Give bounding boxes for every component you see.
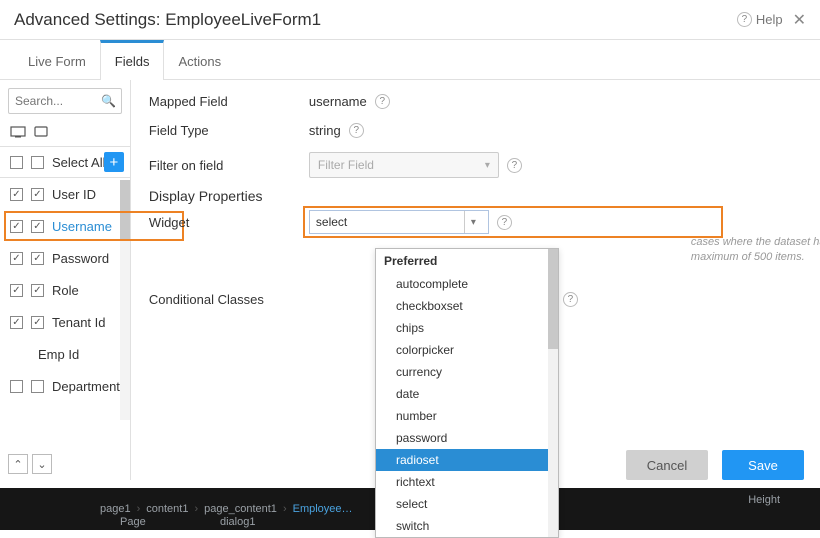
checkbox[interactable] — [10, 284, 23, 297]
checkbox[interactable] — [31, 316, 44, 329]
field-row-department[interactable]: Department — [0, 370, 130, 402]
help-icon: ? — [737, 12, 752, 27]
dropdown-item[interactable]: select — [376, 493, 558, 515]
checkbox[interactable] — [10, 188, 23, 201]
field-label: User ID — [52, 187, 120, 202]
dropdown-item[interactable]: password — [376, 427, 558, 449]
widget-hint: cases where the dataset has fixed data f… — [691, 235, 820, 266]
field-row-password[interactable]: Password — [0, 242, 130, 274]
desktop-icon[interactable] — [10, 126, 26, 138]
dropdown-item[interactable]: chips — [376, 317, 558, 339]
tab-live-form[interactable]: Live Form — [14, 40, 100, 79]
field-row-username[interactable]: Username — [0, 210, 130, 242]
field-list: Select All + User ID Username Password — [0, 146, 130, 448]
field-row-role[interactable]: Role — [0, 274, 130, 306]
dropdown-item[interactable]: autocomplete — [376, 273, 558, 295]
help-icon[interactable]: ? — [507, 158, 522, 173]
crumb[interactable]: Employee… — [293, 503, 353, 515]
dropdown-item[interactable]: switch — [376, 515, 558, 537]
filter-label: Filter on field — [149, 158, 309, 173]
help-icon[interactable]: ? — [497, 215, 512, 230]
fields-sidebar: 🔍 Select All + User ID — [0, 80, 131, 480]
page-label: Page — [120, 516, 146, 528]
tab-actions[interactable]: Actions — [164, 40, 235, 79]
tab-fields[interactable]: Fields — [100, 40, 165, 80]
dropdown-item[interactable]: currency — [376, 361, 558, 383]
field-label: Password — [52, 251, 120, 266]
dropdown-item[interactable]: richtext — [376, 471, 558, 493]
select-all-checkbox-2[interactable] — [31, 156, 44, 169]
conditional-classes-label: Conditional Classes — [149, 292, 309, 307]
help-label: Help — [756, 12, 783, 27]
dropdown-item[interactable]: number — [376, 405, 558, 427]
display-properties-header: Display Properties — [149, 188, 820, 204]
checkbox[interactable] — [31, 220, 44, 233]
scrollbar-thumb[interactable] — [120, 180, 130, 240]
breadcrumb: page1› content1› page_content1› Employee… — [0, 498, 353, 520]
dropdown-item[interactable]: colorpicker — [376, 339, 558, 361]
help-icon[interactable]: ? — [563, 292, 578, 307]
mapped-field-value: username — [309, 94, 367, 109]
add-field-button[interactable]: + — [104, 152, 124, 172]
search-input[interactable] — [8, 88, 122, 114]
checkbox[interactable] — [10, 380, 23, 393]
move-down-button[interactable]: ⌄ — [32, 454, 52, 474]
checkbox[interactable] — [31, 284, 44, 297]
widget-label: Widget — [149, 215, 309, 230]
tablet-icon[interactable] — [34, 126, 48, 138]
checkbox[interactable] — [10, 252, 23, 265]
field-row-userid[interactable]: User ID — [0, 178, 130, 210]
dropdown-item-selected[interactable]: radioset — [376, 449, 558, 471]
help-link[interactable]: ? Help — [737, 12, 783, 27]
field-type-label: Field Type — [149, 123, 309, 138]
chevron-down-icon: ▾ — [464, 211, 482, 233]
field-type-value: string — [309, 123, 341, 138]
checkbox[interactable] — [10, 316, 23, 329]
field-label: Role — [52, 283, 120, 298]
chevron-down-icon: ▾ — [485, 160, 490, 171]
widget-dropdown: Preferred autocomplete checkboxset chips… — [375, 248, 559, 538]
help-icon[interactable]: ? — [349, 123, 364, 138]
field-label: Emp Id — [38, 347, 120, 362]
checkbox[interactable] — [31, 380, 44, 393]
field-label: Department — [52, 379, 120, 394]
cancel-button[interactable]: Cancel — [626, 450, 708, 480]
widget-value: select — [316, 215, 347, 229]
checkbox[interactable] — [31, 188, 44, 201]
help-icon[interactable]: ? — [375, 94, 390, 109]
crumb[interactable]: page_content1 — [204, 503, 277, 515]
field-label: Tenant Id — [52, 315, 120, 330]
height-label: Height — [748, 494, 780, 506]
crumb[interactable]: content1 — [146, 503, 188, 515]
move-up-button[interactable]: ⌃ — [8, 454, 28, 474]
dropdown-item[interactable]: date — [376, 383, 558, 405]
dropdown-scrollbar-thumb[interactable] — [548, 249, 558, 349]
save-button[interactable]: Save — [722, 450, 804, 480]
filter-placeholder: Filter Field — [318, 158, 374, 172]
dropdown-group-header: Preferred — [376, 249, 558, 273]
widget-select[interactable]: select ▾ — [309, 210, 489, 234]
checkbox[interactable] — [31, 252, 44, 265]
dropdown-item[interactable]: checkboxset — [376, 295, 558, 317]
select-all-row[interactable]: Select All + — [0, 146, 130, 178]
checkbox[interactable] — [10, 220, 23, 233]
field-row-tenantid[interactable]: Tenant Id — [0, 306, 130, 338]
filter-field-select[interactable]: Filter Field ▾ — [309, 152, 499, 178]
field-row-empid[interactable]: Emp Id — [0, 338, 130, 370]
tabs: Live Form Fields Actions — [0, 40, 820, 80]
mapped-field-label: Mapped Field — [149, 94, 309, 109]
select-all-checkbox-1[interactable] — [10, 156, 23, 169]
dialog-title: Advanced Settings: EmployeeLiveForm1 — [14, 10, 737, 30]
field-label: Username — [52, 219, 120, 234]
close-icon[interactable]: ✕ — [793, 10, 806, 30]
dialog-label: dialog1 — [220, 516, 255, 528]
crumb[interactable]: page1 — [100, 503, 131, 515]
